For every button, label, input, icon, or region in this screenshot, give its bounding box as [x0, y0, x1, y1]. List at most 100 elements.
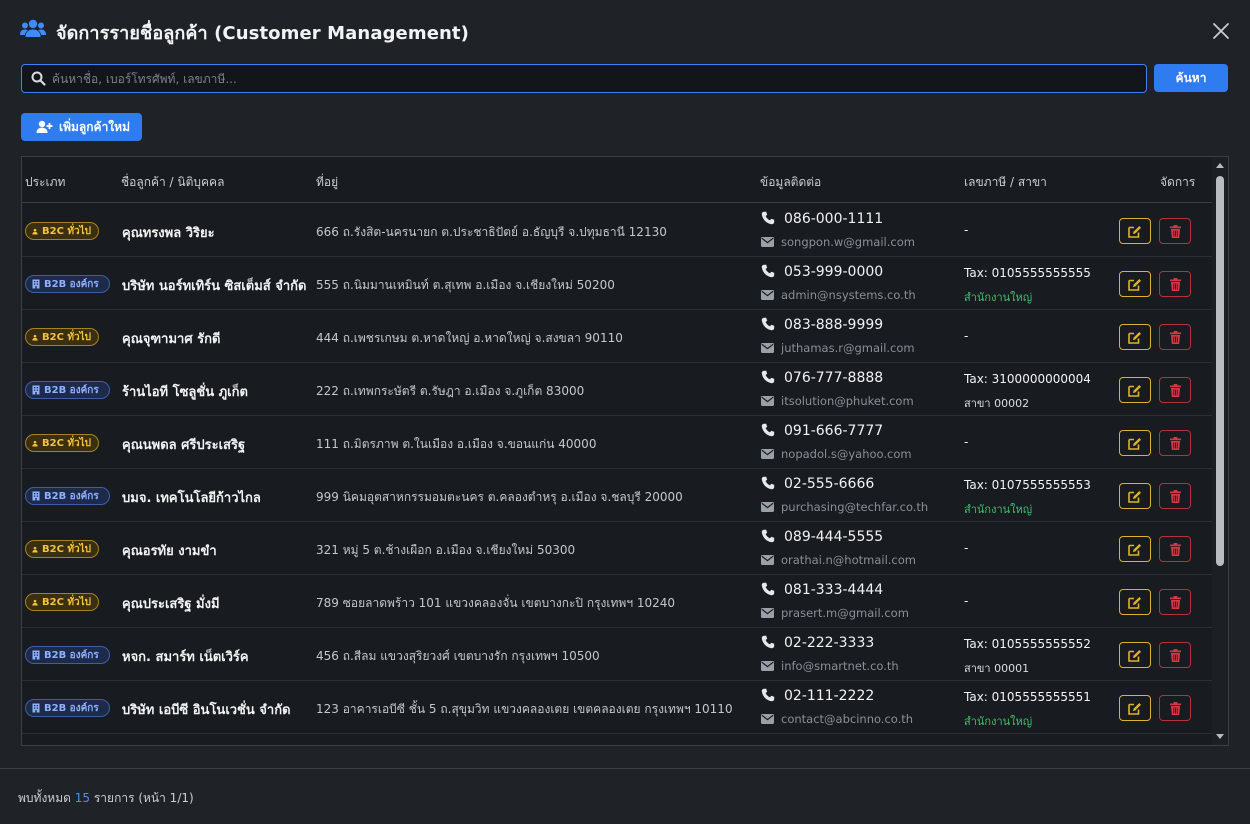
- email-address: info@smartnet.co.th: [781, 659, 899, 673]
- edit-button[interactable]: [1119, 536, 1151, 562]
- search-button[interactable]: ค้นหา: [1154, 64, 1228, 92]
- delete-button[interactable]: [1159, 695, 1191, 721]
- customer-type-badge: B2C ทั่วไป: [25, 434, 99, 452]
- trash-icon: [1169, 330, 1181, 344]
- modal-header: จัดการรายชื่อลูกค้า (Customer Management…: [0, 0, 1250, 60]
- trash-icon: [1169, 489, 1181, 503]
- edit-button[interactable]: [1119, 642, 1151, 668]
- delete-button[interactable]: [1159, 536, 1191, 562]
- edit-button[interactable]: [1119, 218, 1151, 244]
- search-box: [21, 64, 1147, 93]
- customer-name: คุณทรงพล วิริยะ: [122, 226, 215, 241]
- customer-type-badge: B2B องค์กร: [25, 699, 110, 717]
- scroll-thumb[interactable]: [1216, 176, 1224, 566]
- table-row: B2B องค์กร บมจ. เทคโนโลยีก้าวไกล 999 นิค…: [22, 469, 1212, 522]
- email-address: purchasing@techfar.co.th: [781, 500, 929, 514]
- branch-label: สำนักงานใหญ่: [964, 503, 1033, 516]
- column-header-actions: จัดการ: [1160, 175, 1196, 189]
- trash-icon: [1169, 277, 1181, 291]
- customer-type-badge: B2B องค์กร: [25, 646, 110, 664]
- edit-icon: [1128, 225, 1141, 238]
- edit-button[interactable]: [1119, 377, 1151, 403]
- email-address: juthamas.r@gmail.com: [781, 341, 915, 355]
- scroll-down-arrow[interactable]: [1216, 734, 1224, 739]
- column-header-address: ที่อยู่: [316, 175, 339, 189]
- trash-icon: [1169, 595, 1181, 609]
- envelope-icon: [761, 290, 774, 300]
- edit-button[interactable]: [1119, 483, 1151, 509]
- add-user-icon: [36, 120, 53, 133]
- phone-number: 086-000-1111: [784, 211, 884, 227]
- email-address: nopadol.s@yahoo.com: [781, 447, 912, 461]
- tax-id: Tax: 0107555555553: [964, 478, 1091, 492]
- customer-name: คุณอรทัย งามขำ: [122, 544, 217, 559]
- customer-type-badge: B2C ทั่วไป: [25, 593, 99, 611]
- edit-button[interactable]: [1119, 430, 1151, 456]
- customer-name: บริษัท เอบีซี อินโนเวชั่น จำกัด: [122, 703, 291, 718]
- edit-button[interactable]: [1119, 695, 1151, 721]
- delete-button[interactable]: [1159, 324, 1191, 350]
- phone-icon: [761, 635, 775, 649]
- trash-icon: [1169, 648, 1181, 662]
- phone-number: 083-888-9999: [784, 317, 884, 333]
- customer-address: 789 ซอยลาดพร้าว 101 แขวงคลองจั่น เขตบางก…: [316, 596, 676, 610]
- badge-label: B2C ทั่วไป: [42, 543, 91, 555]
- delete-button[interactable]: [1159, 218, 1191, 244]
- table-row: B2C ทั่วไป คุณอรทัย งามขำ 321 หมู่ 5 ต.ช…: [22, 522, 1212, 575]
- building-icon: [32, 703, 40, 713]
- edit-button[interactable]: [1119, 271, 1151, 297]
- phone-number: 091-666-7777: [784, 423, 884, 439]
- delete-button[interactable]: [1159, 642, 1191, 668]
- branch-label: สาขา 00002: [964, 397, 1030, 410]
- scroll-up-arrow[interactable]: [1216, 163, 1224, 168]
- email-address: itsolution@phuket.com: [781, 394, 914, 408]
- edit-button[interactable]: [1119, 589, 1151, 615]
- envelope-icon: [761, 555, 774, 565]
- customer-management-modal: จัดการรายชื่อลูกค้า (Customer Management…: [0, 0, 1250, 824]
- customer-name: หจก. สมาร์ท เน็ตเวิร์ค: [122, 650, 249, 665]
- table-row: B2C ทั่วไป คุณประเสริฐ มั่งมี 789 ซอยลาด…: [22, 575, 1212, 628]
- phone-number: 081-333-4444: [784, 582, 884, 598]
- tax-id: Tax: 0105555555551: [964, 690, 1091, 704]
- delete-button[interactable]: [1159, 430, 1191, 456]
- search-input[interactable]: [52, 68, 1132, 89]
- building-icon: [32, 650, 40, 660]
- edit-button[interactable]: [1119, 324, 1151, 350]
- badge-label: B2B องค์กร: [44, 702, 99, 714]
- edit-icon: [1128, 437, 1141, 450]
- delete-button[interactable]: [1159, 589, 1191, 615]
- result-count: 15: [74, 791, 91, 805]
- trash-icon: [1169, 542, 1181, 556]
- email-address: admin@nsystems.co.th: [781, 288, 916, 302]
- email-address: prasert.m@gmail.com: [781, 606, 909, 620]
- customer-name: ร้านไอที โซลูชั่น ภูเก็ต: [122, 385, 248, 400]
- modal-footer: พบทั้งหมด 15 รายการ (หน้า 1/1): [0, 768, 1250, 824]
- delete-button[interactable]: [1159, 483, 1191, 509]
- envelope-icon: [761, 714, 774, 724]
- badge-label: B2B องค์กร: [44, 278, 99, 290]
- phone-number: 089-444-5555: [784, 529, 884, 545]
- edit-icon: [1128, 702, 1141, 715]
- users-icon: [20, 19, 46, 37]
- phone-number: 076-777-8888: [784, 370, 884, 386]
- delete-button[interactable]: [1159, 377, 1191, 403]
- phone-icon: [761, 688, 775, 702]
- customer-type-badge: B2C ทั่วไป: [25, 540, 99, 558]
- close-icon[interactable]: [1210, 20, 1232, 42]
- email-address: contact@abcinno.co.th: [781, 712, 914, 726]
- customer-name: คุณนพดล ศรีประเสริฐ: [122, 438, 246, 453]
- email-address: orathai.n@hotmail.com: [781, 553, 916, 567]
- phone-icon: [761, 370, 775, 384]
- table-row: B2B องค์กร ร้านไอที โซลูชั่น ภูเก็ต 222 …: [22, 363, 1212, 416]
- customer-name: คุณประเสริฐ มั่งมี: [122, 597, 220, 612]
- add-customer-button[interactable]: เพิ่มลูกค้าใหม่: [21, 113, 142, 141]
- badge-label: B2C ทั่วไป: [42, 596, 91, 608]
- delete-button[interactable]: [1159, 271, 1191, 297]
- edit-icon: [1128, 278, 1141, 291]
- table-scrollbar[interactable]: [1212, 157, 1228, 745]
- customer-address: 456 ถ.สีลม แขวงสุริยวงศ์ เขตบางรัก กรุงเ…: [316, 649, 600, 663]
- table-row: B2C ทั่วไป คุณนพดล ศรีประเสริฐ 111 ถ.มิต…: [22, 416, 1212, 469]
- column-header-type: ประเภท: [25, 175, 66, 189]
- badge-label: B2C ทั่วไป: [42, 225, 91, 237]
- customer-address: 444 ถ.เพชรเกษม ต.หาดใหญ่ อ.หาดใหญ่ จ.สงข…: [316, 331, 623, 345]
